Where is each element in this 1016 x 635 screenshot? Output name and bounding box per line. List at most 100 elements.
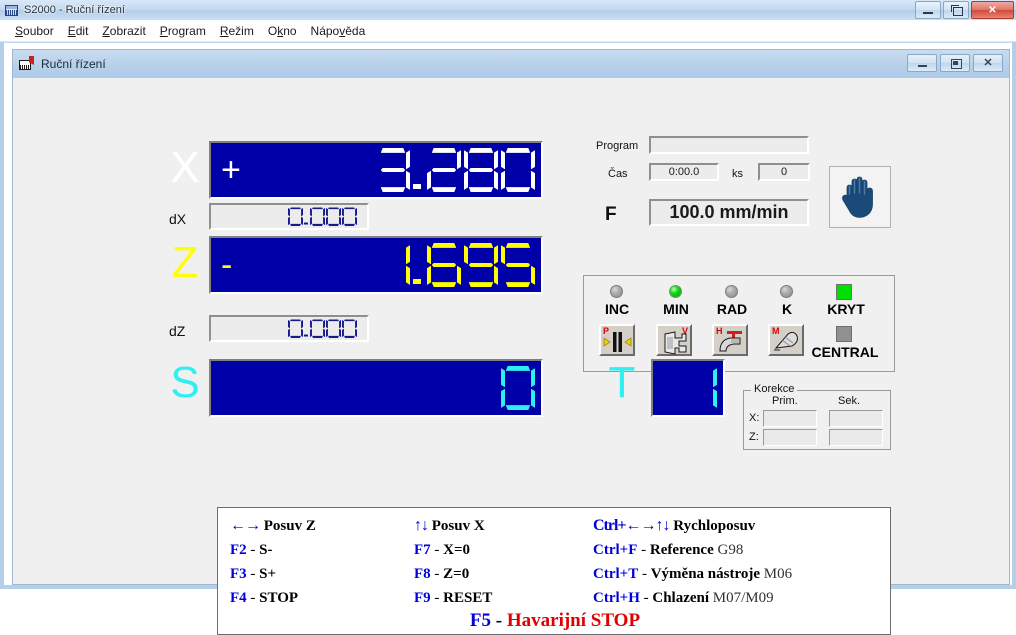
- legend-separator: -: [637, 542, 650, 558]
- app-icon: [4, 3, 19, 18]
- legend-action: Posuv X: [428, 518, 485, 534]
- label-rad: RAD: [716, 301, 748, 317]
- seven-segment-digit: [464, 243, 498, 287]
- label-inc: INC: [604, 301, 630, 317]
- chip-conveyor-icon: [664, 331, 687, 355]
- seven-segment-dot: [410, 243, 424, 287]
- legend-key: ↑↓: [414, 517, 429, 534]
- seven-segment-digit: [326, 319, 341, 338]
- seven-segment-digit: [288, 319, 303, 338]
- menu-item-napoveda[interactable]: Nápověda: [304, 22, 373, 40]
- dro-value-s: [498, 366, 535, 410]
- legend-note: G98: [713, 542, 744, 558]
- legend-row: F9 - RESET: [414, 586, 492, 610]
- led-central[interactable]: [836, 326, 852, 342]
- tool-button-spindle-brake[interactable]: P: [599, 324, 635, 356]
- menu-item-soubor[interactable]: Soubor: [8, 22, 61, 40]
- legend-key: F8: [414, 566, 431, 582]
- seven-segment-digit: [376, 243, 410, 287]
- seven-segment-digit: [501, 148, 535, 192]
- dro-display-s[interactable]: [209, 359, 543, 417]
- pieces-field[interactable]: 0: [758, 163, 810, 181]
- hand-icon: [842, 176, 873, 218]
- axis-label-s: S: [170, 358, 200, 407]
- led-min[interactable]: [669, 285, 682, 298]
- legend-key: F4: [230, 590, 247, 606]
- emergency-sep: -: [491, 610, 507, 631]
- korekce-z-secondary[interactable]: [829, 429, 883, 446]
- dro-field-dx[interactable]: [209, 203, 369, 230]
- child-minimize-button[interactable]: [907, 54, 937, 72]
- menu-item-program[interactable]: Program: [153, 22, 213, 40]
- legend-key: F3: [230, 566, 247, 582]
- label-kryt: KRYT: [827, 301, 865, 317]
- child-window-body: X + dX Z - dZ S Program Čas 0:00.0 ks 0 …: [13, 78, 1009, 635]
- seven-segment-digit: [683, 366, 717, 410]
- tool-button-coolant-hose[interactable]: H: [712, 324, 748, 356]
- axis-label-z: Z: [171, 238, 199, 287]
- legend-key: F7: [414, 542, 431, 558]
- time-field[interactable]: 0:00.0: [649, 163, 719, 181]
- feed-label: F: [605, 204, 617, 225]
- legend-separator: -: [246, 590, 260, 606]
- label-k: K: [781, 301, 793, 317]
- child-restore-button[interactable]: [940, 54, 970, 72]
- seven-segment-dot: [410, 148, 424, 192]
- child-window-controls: ✕: [907, 54, 1003, 72]
- korekce-z-primary[interactable]: [763, 429, 817, 446]
- seven-segment-digit: [310, 207, 325, 226]
- seven-segment-dot: [303, 207, 309, 226]
- korekce-row-z-label: Z:: [749, 431, 759, 443]
- menu-item-edit[interactable]: Edit: [61, 22, 96, 40]
- legend-separator: -: [430, 542, 444, 558]
- menu-item-okno[interactable]: Okno: [261, 22, 304, 40]
- menu-item-rezim[interactable]: Režim: [213, 22, 261, 40]
- spindle-brake-icon: [603, 332, 632, 352]
- legend-key: F2: [230, 542, 247, 558]
- legend-key: Ctrl+←→↑↓: [593, 517, 671, 534]
- korekce-x-primary[interactable]: [763, 410, 817, 427]
- korekce-group: Korekce Prim. Sek. X: Z:: [743, 383, 891, 450]
- seven-segment-digit: [464, 148, 498, 192]
- seven-segment-digit: [342, 319, 357, 338]
- seven-segment-digit: [342, 207, 357, 226]
- led-kryt[interactable]: [836, 284, 852, 300]
- dro-display-t[interactable]: [651, 359, 725, 417]
- dro-field-dz[interactable]: [209, 315, 369, 342]
- menu-item-zobrazit[interactable]: Zobrazit: [95, 22, 152, 40]
- legend-row: Ctrl+T - Výměna nástroje M06: [593, 562, 792, 586]
- led-inc[interactable]: [610, 285, 623, 298]
- legend-key: F9: [414, 590, 431, 606]
- feed-field[interactable]: 100.0 mm/min: [649, 199, 809, 226]
- coolant-hose-icon: [719, 331, 742, 352]
- tool-button-chip-conveyor[interactable]: V: [656, 324, 692, 356]
- dro-display-z[interactable]: -: [209, 236, 543, 294]
- emergency-action: Havarijní STOP: [506, 610, 641, 631]
- led-k[interactable]: [780, 285, 793, 298]
- legend-key: Ctrl+T: [593, 566, 639, 582]
- legend-column-1: ←→ Posuv Z F2 - S- F3 - S+ F4 - STOP: [230, 514, 316, 610]
- program-field[interactable]: [649, 136, 809, 154]
- legend-row: F8 - Z=0: [414, 562, 492, 586]
- led-rad[interactable]: [725, 285, 738, 298]
- legend-row: ←→ Posuv Z: [230, 514, 316, 538]
- dro-label-dx: dX: [169, 211, 187, 227]
- minimize-button[interactable]: [915, 1, 941, 19]
- restore-button[interactable]: [943, 1, 969, 19]
- menu-bar: Soubor Edit Zobrazit Program Režim Okno …: [0, 20, 1016, 42]
- legend-row: F7 - X=0: [414, 538, 492, 562]
- legend-separator: -: [639, 590, 653, 606]
- child-window-title: Ruční řízení: [41, 57, 106, 71]
- korekce-x-secondary[interactable]: [829, 410, 883, 427]
- seven-segment-digit: [501, 243, 535, 287]
- manual-mode-button[interactable]: [829, 166, 891, 228]
- dro-display-x[interactable]: +: [209, 141, 543, 199]
- close-button[interactable]: ✕: [971, 1, 1014, 19]
- dro-label-dz: dZ: [169, 323, 186, 339]
- legend-row: Ctrl+←→↑↓ Rychloposuv: [593, 514, 792, 538]
- legend-note: M07/M09: [709, 590, 774, 606]
- label-min: MIN: [663, 301, 689, 317]
- time-label: Čas: [608, 168, 628, 180]
- dro-sign-z: -: [221, 246, 233, 284]
- child-close-button[interactable]: ✕: [973, 54, 1003, 72]
